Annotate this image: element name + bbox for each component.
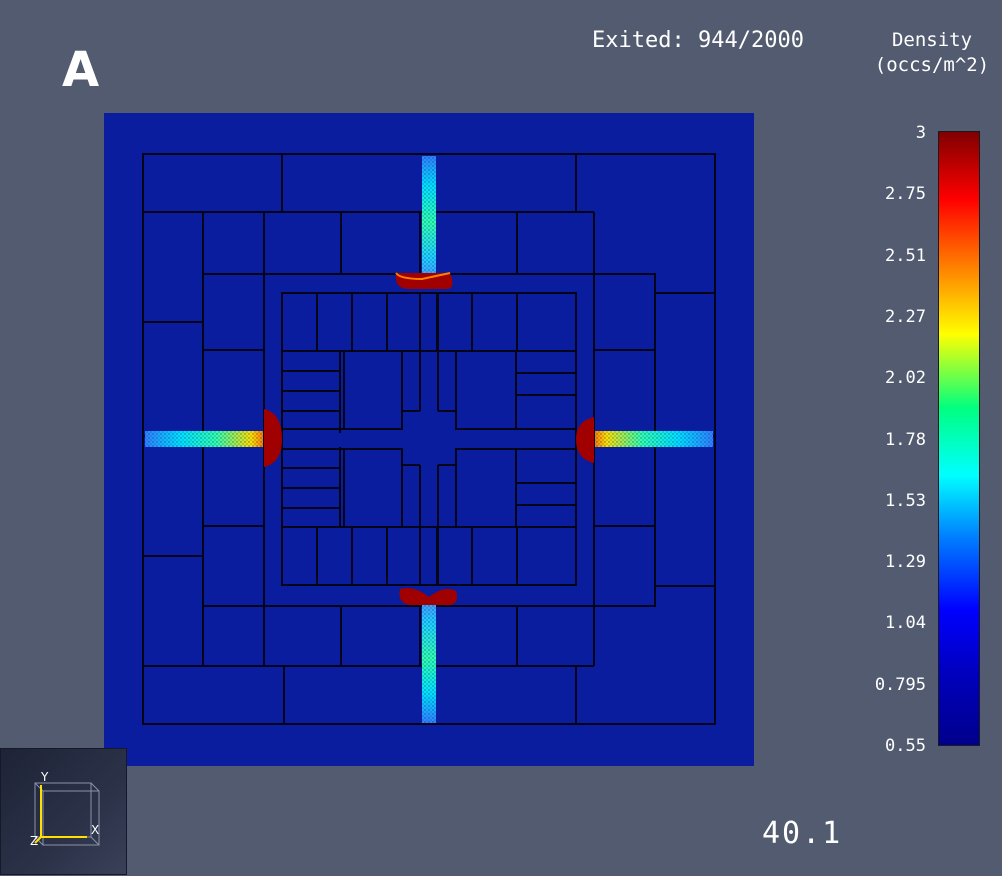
exited-count: 944 bbox=[697, 28, 738, 53]
legend-title: Density (occs/m^2) bbox=[862, 28, 1002, 78]
exited-counter: Exited: 944/2000 bbox=[592, 28, 804, 53]
color-bar-tick: 3 bbox=[915, 123, 926, 143]
exited-label: Exited: bbox=[592, 28, 685, 53]
color-bar-tick: 2.27 bbox=[885, 306, 926, 327]
color-bar-tick: 2.51 bbox=[885, 245, 926, 266]
z-axis-label: Z bbox=[30, 834, 38, 848]
simulation-view[interactable] bbox=[104, 113, 754, 766]
color-bar-tick: 1.04 bbox=[885, 613, 926, 634]
x-axis-label: X bbox=[91, 823, 99, 837]
color-bar bbox=[938, 131, 980, 746]
color-bar-tick: 0.795 bbox=[874, 674, 926, 695]
color-bar-tick: 1.29 bbox=[885, 552, 926, 573]
color-bar-tick: 2.75 bbox=[885, 184, 926, 205]
y-axis-label: Y bbox=[40, 770, 49, 784]
legend-title-name: Density bbox=[891, 29, 973, 51]
color-bar-tick: 1.53 bbox=[885, 490, 926, 511]
exited-total: /2000 bbox=[737, 28, 804, 53]
orientation-axes[interactable]: Y X Z bbox=[0, 748, 127, 875]
time-display: 40.1 bbox=[762, 816, 843, 851]
legend-title-unit: (occs/m^2) bbox=[874, 54, 990, 76]
color-bar-tick: 1.78 bbox=[885, 429, 926, 450]
color-bar-tick: 0.55 bbox=[885, 736, 926, 756]
density-cluster-top bbox=[395, 273, 453, 289]
panel-letter: A bbox=[62, 42, 100, 98]
color-bar-tick: 2.02 bbox=[885, 368, 926, 389]
